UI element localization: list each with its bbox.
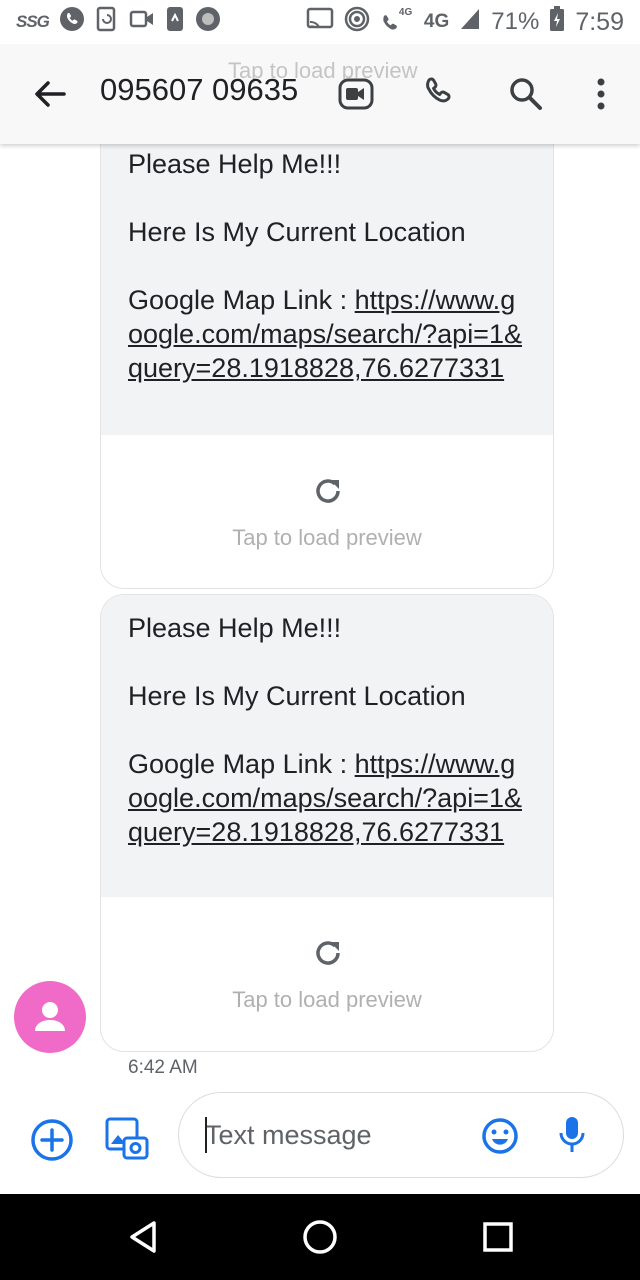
refresh-icon	[316, 479, 340, 503]
status-bar-right: 4G 4G 71% 7:59	[306, 5, 624, 39]
message-link-line: Google Map Link : https://www.google.com…	[128, 283, 526, 385]
person-icon	[35, 1002, 65, 1031]
phone-call-icon	[59, 6, 85, 39]
emoji-icon	[482, 1118, 518, 1154]
message-line: Please Help Me!!!	[128, 613, 342, 643]
cast-icon	[306, 7, 334, 38]
preview-label: Tap to load preview	[232, 987, 422, 1012]
battery-percent: 71%	[491, 8, 540, 35]
message-bubble[interactable]: Please Help Me!!! Here Is My Current Loc…	[100, 118, 554, 589]
carrier-badge: SSG	[16, 12, 50, 31]
app-bar: Tap to load preview 095607 09635	[0, 44, 640, 144]
message-line: Please Help Me!!!	[128, 149, 342, 179]
link-preview[interactable]: Tap to load preview	[101, 897, 553, 1051]
preview-label: Tap to load preview	[232, 525, 422, 550]
message-link-line: Google Map Link : https://www.google.com…	[128, 747, 526, 849]
arrow-back-icon	[35, 81, 66, 107]
gallery-button[interactable]	[104, 1116, 150, 1167]
back-button[interactable]	[30, 74, 70, 114]
refresh-icon	[316, 941, 340, 965]
text-cursor	[205, 1117, 207, 1153]
link-label: Google Map Link :	[128, 749, 355, 779]
network-type: 4G	[423, 11, 450, 32]
message-bubble[interactable]: Please Help Me!!! Here Is My Current Loc…	[100, 594, 554, 1052]
status-bar: SSG 4G 4G 71% 7:59	[0, 0, 640, 44]
link-preview[interactable]: Tap to load preview	[101, 435, 553, 588]
hotspot-icon	[344, 6, 370, 39]
compose-bar	[0, 1090, 640, 1194]
phone-icon	[426, 77, 451, 103]
signal-icon	[459, 7, 481, 38]
add-circle-icon	[31, 1119, 73, 1161]
battery-charging-icon	[549, 5, 565, 39]
nav-recents-button[interactable]	[475, 1214, 521, 1260]
call-button[interactable]	[418, 72, 462, 116]
message-text: Please Help Me!!! Here Is My Current Loc…	[101, 595, 553, 897]
contact-avatar[interactable]	[14, 981, 86, 1053]
link-label: Google Map Link :	[128, 285, 355, 315]
nav-back-button[interactable]	[120, 1214, 166, 1260]
triangle-back-icon	[130, 1221, 156, 1253]
message-text: Please Help Me!!! Here Is My Current Loc…	[101, 119, 553, 435]
message-field[interactable]	[178, 1092, 624, 1178]
clock: 7:59	[575, 7, 624, 36]
status-bar-left: SSG	[16, 6, 221, 39]
network-badge: 4G	[398, 7, 413, 18]
video-call-icon	[129, 8, 155, 36]
more-options-button[interactable]	[579, 72, 623, 116]
circle-home-icon	[303, 1220, 337, 1254]
video-call-button[interactable]	[334, 72, 378, 116]
navigation-bar	[0, 1194, 640, 1280]
gallery-camera-icon	[105, 1117, 149, 1160]
message-timestamp: 6:42 AM	[128, 1057, 198, 1078]
video-call-icon	[338, 78, 374, 110]
add-attachment-button[interactable]	[30, 1118, 74, 1167]
mic-icon	[559, 1117, 585, 1152]
nav-home-button[interactable]	[297, 1214, 343, 1260]
phone-device-icon	[165, 6, 185, 39]
message-line: Here Is My Current Location	[128, 217, 466, 247]
search-icon	[510, 78, 542, 110]
more-vert-icon	[597, 78, 605, 110]
emoji-button[interactable]	[481, 1117, 519, 1160]
conversation-title: 095607 09635	[100, 72, 299, 107]
voice-input-button[interactable]	[557, 1115, 587, 1160]
volte-call-icon: 4G	[380, 7, 414, 35]
message-line: Here Is My Current Location	[128, 681, 466, 711]
record-icon	[195, 6, 221, 39]
call-forward-icon	[95, 6, 119, 39]
text-message-input[interactable]	[205, 1117, 465, 1153]
search-button[interactable]	[504, 72, 548, 116]
square-recents-icon	[483, 1222, 513, 1252]
